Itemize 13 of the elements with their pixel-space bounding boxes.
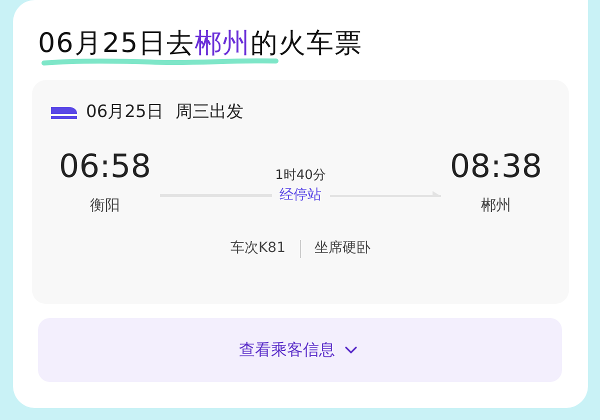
arrival-station: 郴州	[481, 194, 511, 216]
arrival-time: 08:38	[450, 146, 542, 186]
train-number: 车次K81	[230, 239, 286, 258]
view-passengers-button[interactable]: 查看乘客信息	[38, 318, 562, 382]
departure-time: 06:58	[58, 146, 152, 186]
page-title: 06月25日去郴州 的火车票	[38, 30, 363, 58]
seat-type: 坐席硬卧	[314, 239, 370, 258]
trip-duration: 1时40分	[275, 166, 326, 184]
stops-link[interactable]: 经停站	[272, 185, 330, 206]
departure-date: 06月25日	[86, 101, 164, 124]
departure-station: 衡阳	[90, 194, 120, 216]
departure-weekday: 周三出发	[175, 101, 244, 124]
train-icon	[50, 106, 78, 120]
